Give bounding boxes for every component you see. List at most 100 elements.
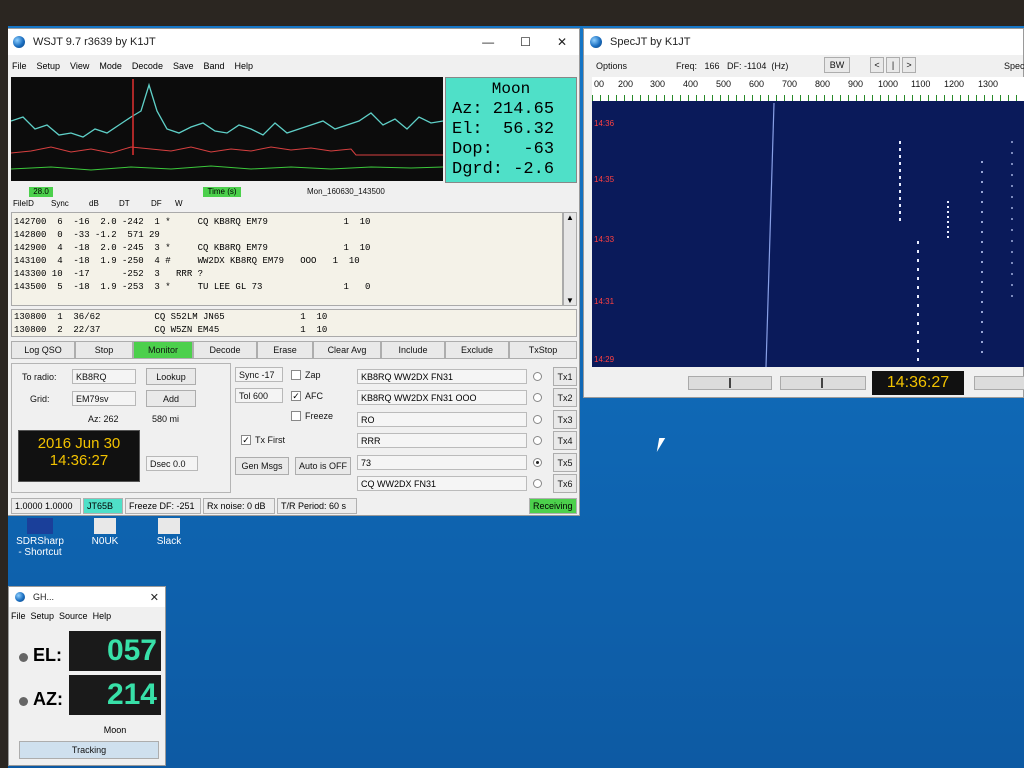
tx4-radio[interactable] bbox=[533, 436, 542, 445]
maximize-icon[interactable]: ☐ bbox=[520, 35, 531, 49]
decode-button[interactable]: Decode bbox=[193, 341, 257, 359]
clear-avg-button[interactable]: Clear Avg bbox=[313, 341, 381, 359]
tx-first-label: Tx First bbox=[255, 435, 285, 445]
tx1-button[interactable]: Tx1 bbox=[553, 367, 577, 386]
close-icon[interactable]: ✕ bbox=[557, 35, 567, 49]
tracker-menu-source[interactable]: Source bbox=[59, 611, 88, 621]
tick-label: 1000 bbox=[878, 79, 899, 89]
tx3-button[interactable]: Tx3 bbox=[553, 410, 577, 429]
distance-text: 580 mi bbox=[152, 414, 180, 424]
tick-label: 1200 bbox=[944, 79, 965, 89]
options-menu[interactable]: Options bbox=[596, 61, 627, 71]
sync-field[interactable]: Sync -17 bbox=[235, 367, 283, 382]
monitor-bezel-left bbox=[0, 0, 8, 768]
decode-list[interactable]: 142700 6 -16 2.0 -242 1 * CQ KB8RQ EM79 … bbox=[11, 212, 563, 306]
desktop-icon-sdrsharp[interactable]: SDRSharp - Shortcut bbox=[14, 518, 66, 558]
tracker-titlebar[interactable]: GH... ✕ bbox=[9, 587, 165, 607]
wsjt-titlebar[interactable]: WSJT 9.7 r3639 by K1JT — ☐ ✕ bbox=[7, 29, 579, 55]
decode-row[interactable]: 143500 5 -18 1.9 -253 3 * TU LEE GL 73 1… bbox=[14, 282, 370, 292]
freeze-checkbox[interactable] bbox=[291, 411, 301, 421]
nav-right-button[interactable]: > bbox=[902, 57, 916, 73]
spec-slider-1[interactable] bbox=[688, 376, 772, 390]
slider-thumb[interactable] bbox=[729, 378, 731, 388]
specjt-window[interactable]: SpecJT by K1JT Options Freq: 166 DF: -11… bbox=[583, 28, 1024, 398]
tx2-radio[interactable] bbox=[533, 393, 542, 402]
lookup-button[interactable]: Lookup bbox=[146, 368, 196, 385]
exclude-button[interactable]: Exclude bbox=[445, 341, 509, 359]
tracker-menu-help[interactable]: Help bbox=[93, 611, 112, 621]
menu-save[interactable]: Save bbox=[173, 61, 194, 71]
zap-checkbox[interactable] bbox=[291, 370, 301, 380]
tick-label: 500 bbox=[716, 79, 732, 89]
tx5-button[interactable]: Tx5 bbox=[553, 453, 577, 472]
tracker-window[interactable]: GH... ✕ File Setup Source Help EL: 057 A… bbox=[8, 586, 166, 766]
nav-left-button[interactable]: < bbox=[870, 57, 884, 73]
tx-message-3[interactable]: RO bbox=[357, 412, 527, 427]
add-button[interactable]: Add bbox=[146, 390, 196, 407]
grid-field[interactable]: EM79sv bbox=[72, 391, 136, 406]
minimize-icon[interactable]: — bbox=[482, 35, 494, 49]
tx1-radio[interactable] bbox=[533, 372, 542, 381]
tx6-radio[interactable] bbox=[533, 479, 542, 488]
spec-slider-3[interactable] bbox=[974, 376, 1024, 390]
txstop-button[interactable]: TxStop bbox=[509, 341, 577, 359]
menu-help[interactable]: Help bbox=[235, 61, 254, 71]
tx2-button[interactable]: Tx2 bbox=[553, 388, 577, 407]
globe-icon bbox=[590, 36, 602, 48]
decode-row[interactable]: 142700 6 -16 2.0 -242 1 * CQ KB8RQ EM79 … bbox=[14, 217, 370, 227]
tracker-menu-setup[interactable]: Setup bbox=[31, 611, 55, 621]
menu-band[interactable]: Band bbox=[203, 61, 224, 71]
average-list[interactable]: 130800 1 36/62 CQ S52LM JN65 1 10 130800… bbox=[11, 309, 577, 337]
nav-center-button[interactable]: | bbox=[886, 57, 900, 73]
desktop-icon-n0uk[interactable]: N0UK bbox=[80, 518, 130, 547]
tx6-button[interactable]: Tx6 bbox=[553, 474, 577, 493]
afc-checkbox[interactable]: ✓ bbox=[291, 391, 301, 401]
wsjt-window[interactable]: WSJT 9.7 r3639 by K1JT — ☐ ✕ File Setup … bbox=[6, 28, 580, 516]
tx-message-4[interactable]: RRR bbox=[357, 433, 527, 448]
spec-slider-2[interactable] bbox=[780, 376, 866, 390]
slider-thumb[interactable] bbox=[821, 378, 823, 388]
desktop-icon-slack[interactable]: Slack bbox=[146, 518, 192, 547]
tx-message-6[interactable]: CQ WW2DX FN31 bbox=[357, 476, 527, 491]
waterfall[interactable]: 14:36 14:35 14:33 14:31 14:29 bbox=[592, 101, 1024, 367]
decode-row[interactable]: 142900 4 -18 2.0 -245 3 * CQ KB8RQ EM79 … bbox=[14, 243, 370, 253]
decode-row[interactable]: 143300 10 -17 -252 3 RRR ? bbox=[14, 269, 203, 279]
avg-row[interactable]: 130800 1 36/62 CQ S52LM JN65 1 10 bbox=[14, 312, 327, 322]
menu-view[interactable]: View bbox=[70, 61, 89, 71]
tick-label: 900 bbox=[848, 79, 864, 89]
auto-button[interactable]: Auto is OFF bbox=[295, 457, 351, 475]
decode-scrollbar[interactable]: ▲ ▼ bbox=[563, 212, 577, 306]
tol-field[interactable]: Tol 600 bbox=[235, 388, 283, 403]
log-qso-button[interactable]: Log QSO bbox=[11, 341, 75, 359]
tx-message-1[interactable]: KB8RQ WW2DX FN31 bbox=[357, 369, 527, 384]
stop-button[interactable]: Stop bbox=[75, 341, 133, 359]
scroll-up-icon[interactable]: ▲ bbox=[564, 213, 576, 222]
avg-row[interactable]: 130800 2 22/37 CQ W5ZN EM45 1 10 bbox=[14, 325, 327, 335]
scroll-down-icon[interactable]: ▼ bbox=[564, 296, 576, 305]
scale-time: Time (s) bbox=[203, 187, 241, 197]
menu-mode[interactable]: Mode bbox=[99, 61, 122, 71]
menu-decode[interactable]: Decode bbox=[132, 61, 163, 71]
menu-setup[interactable]: Setup bbox=[37, 61, 61, 71]
tx4-button[interactable]: Tx4 bbox=[553, 431, 577, 450]
gen-msgs-button[interactable]: Gen Msgs bbox=[235, 457, 289, 475]
bw-button[interactable]: BW bbox=[824, 57, 850, 73]
tx5-radio[interactable] bbox=[533, 458, 542, 467]
monitor-button[interactable]: Monitor bbox=[133, 341, 193, 359]
dsec-field[interactable]: Dsec 0.0 bbox=[146, 456, 198, 471]
col-df: DF bbox=[151, 199, 162, 208]
tx-message-5[interactable]: 73 bbox=[357, 455, 527, 470]
erase-button[interactable]: Erase bbox=[257, 341, 313, 359]
to-radio-field[interactable]: KB8RQ bbox=[72, 369, 136, 384]
decode-row[interactable]: 143100 4 -18 1.9 -250 4 # WW2DX KB8RQ EM… bbox=[14, 256, 360, 266]
include-button[interactable]: Include bbox=[381, 341, 445, 359]
tx3-radio[interactable] bbox=[533, 415, 542, 424]
tx-message-2[interactable]: KB8RQ WW2DX FN31 OOO bbox=[357, 390, 527, 405]
tracker-menu-file[interactable]: File bbox=[11, 611, 26, 621]
decode-row[interactable]: 142800 0 -33 -1.2 571 29 bbox=[14, 230, 160, 240]
close-icon[interactable]: ✕ bbox=[150, 591, 159, 604]
menu-file[interactable]: File bbox=[12, 61, 27, 71]
tracking-button[interactable]: Tracking bbox=[19, 741, 159, 759]
tx-first-checkbox[interactable]: ✓ bbox=[241, 435, 251, 445]
specjt-titlebar[interactable]: SpecJT by K1JT bbox=[584, 29, 1023, 55]
